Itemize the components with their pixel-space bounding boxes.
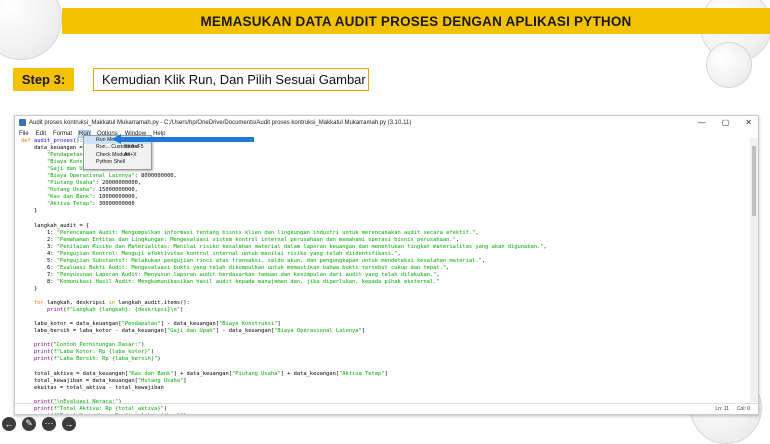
close-icon[interactable]: ✕ [745,118,752,127]
pointer-arrow-icon [112,134,121,144]
step-label: Step 3: [13,68,74,91]
maximize-icon[interactable]: ▢ [722,118,730,127]
forward-icon[interactable]: → [62,416,76,431]
slide-nav: ← ✎ ⋯ → [0,414,76,433]
status-bar: Ln: 11 Col: 0 [15,403,758,414]
status-line: Ln: 11 [715,406,729,412]
menu-file[interactable]: File [19,131,29,137]
pen-icon[interactable]: ✎ [22,416,36,431]
code-line: "Hutang Usaha": 15000000000, [46,187,138,194]
python-app-icon [19,119,26,126]
code-line: total_aktiva = data_keuangan["Kas dan Ba… [21,370,388,377]
pointer-arrow [120,137,254,142]
code-line: } [21,208,38,215]
decor-bubble-right [706,42,752,88]
code-line: "Aktiva Tetap": 30000000000 [46,201,135,208]
menu-edit[interactable]: Edit [36,131,46,137]
back-icon[interactable]: ← [2,416,16,431]
code-line: 3: "Penilaian Risiko dan Materialitas: M… [21,243,547,250]
slide-title: MEMASUKAN DATA AUDIT PROSES DENGAN APLIK… [200,13,632,29]
code-line: "Biaya Operasional Lainnya": 8000000000, [46,173,177,180]
code-editor[interactable]: def audit_proses(): data_keuangan = { "P… [21,138,746,414]
menu-item-shortcut: Shift+F5 [124,144,144,151]
code-line: print("Contoh Perhitungan Dasar:") [33,342,145,349]
menu-help[interactable]: Help [153,131,165,137]
code-line: laba_kotor = data_keuangan["Pendapatan"]… [21,321,281,328]
code-line: ekuitas = total_aktiva - total_kewajiban [21,384,164,391]
slide-banner: MEMASUKAN DATA AUDIT PROSES DENGAN APLIK… [62,8,770,34]
window-title: Audit proses kontruksi_Makkatul Mukarram… [29,119,412,126]
code-line: laba_bersih = laba_kotor - data_keuangan… [21,328,366,335]
scrollbar-thumb[interactable] [752,146,756,216]
code-line: } [21,285,38,292]
code-line: for langkah, deskripsi in langkah_audit.… [33,300,190,307]
step-instruction: Kemudian Klik Run, Dan Pilih Sesuai Gamb… [93,68,369,91]
menu-item-run-customized[interactable]: Run... Customized Shift+F5 [84,144,151,152]
code-line: langkah_audit = { [21,222,90,229]
status-col: Col: 0 [736,406,750,412]
code-line: "Kas dan Bank": 10000000000, [46,194,138,201]
more-icon[interactable]: ⋯ [42,416,56,431]
minimize-icon[interactable]: — [698,118,706,127]
code-line: "Piutang Usaha": 20000000000, [46,180,142,187]
code-line: 6: "Evaluasi Bukti Audit: Mengevaluasi b… [21,264,450,271]
code-line: 2: "Pemahaman Entitas dan Lingkungan: Me… [21,236,460,243]
menu-item-label: Python Shell [96,159,126,166]
code-line: print(f"Laba Kotor: Rp {laba_kotor}") [33,349,155,356]
menu-format[interactable]: Format [53,131,72,137]
window-titlebar: Audit proses kontruksi_Makkatul Mukarram… [15,116,758,129]
code-line: total_kewajiban = data_keuangan["Hutang … [21,377,187,384]
menu-item-check-module[interactable]: Check Module Alt+X [84,151,151,159]
decor-bubble-top-left [0,0,62,60]
code-line: print(f"Langkah {langkah}: {deskripsi}\n… [46,307,184,314]
vertical-scrollbar[interactable] [750,138,758,402]
code-line: 8: "Komunikasi Hasil Audit: Mengkomunika… [21,278,440,285]
code-line: 4: "Pengujian Kontrol: Menguji efektivit… [21,250,401,257]
code-line: print(f"Laba Bersih: Rp {laba_bersih}") [33,356,161,363]
menu-item-python-shell[interactable]: Python Shell [84,159,151,167]
code-line: 1: "Perencanaan Audit: Mengumpulkan info… [21,229,479,236]
menu-item-shortcut: Alt+X [124,151,137,158]
code-line: 7: "Penyusunan Laporan Audit: Menyusun l… [21,271,440,278]
code-line: 5: "Pengujian Substantif: Melakukan peng… [21,257,486,264]
